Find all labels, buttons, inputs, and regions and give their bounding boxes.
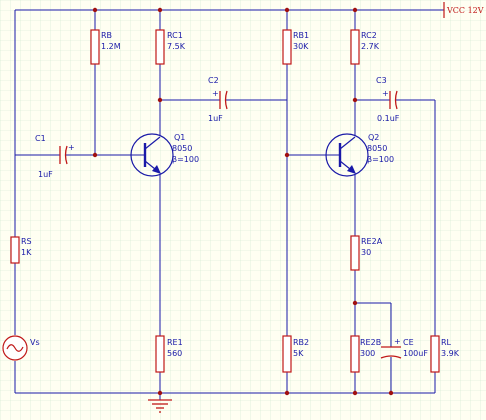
q1-part: 8050 bbox=[172, 144, 192, 153]
c2-ref: C2 bbox=[208, 76, 219, 85]
rc2-ref: RC2 bbox=[361, 31, 377, 40]
c2-value: 1uF bbox=[208, 114, 223, 123]
resistor-re2a bbox=[350, 235, 360, 271]
c3-value: 0.1uF bbox=[377, 114, 400, 123]
c1-ref: C1 bbox=[35, 134, 46, 143]
re2b-ref: RE2B bbox=[360, 338, 381, 347]
re1-value: 560 bbox=[167, 349, 182, 358]
resistor-rb bbox=[90, 29, 100, 65]
ce-polarity: + bbox=[394, 337, 401, 346]
re2a-value: 30 bbox=[361, 248, 371, 257]
resistor-rc2 bbox=[350, 29, 360, 65]
rb1-ref: RB1 bbox=[293, 31, 309, 40]
rb-ref: RB bbox=[101, 31, 112, 40]
vcc-label: VCC 12V bbox=[446, 6, 484, 15]
resistor-rb2 bbox=[282, 335, 292, 373]
vs-ref: Vs bbox=[30, 338, 40, 347]
ac-source-icon bbox=[2, 335, 28, 361]
ce-value: 100uF bbox=[403, 349, 428, 358]
rb2-ref: RB2 bbox=[293, 338, 309, 347]
schematic-canvas: VCC 12V RB 1.2M RC1 7.5K RB1 30K RC2 2.7… bbox=[0, 0, 486, 420]
q2-part: 8050 bbox=[367, 144, 387, 153]
resistor-rb1 bbox=[282, 29, 292, 65]
rb2-value: 5K bbox=[293, 349, 304, 358]
rb1-value: 30K bbox=[293, 42, 309, 51]
c1-polarity: + bbox=[68, 143, 75, 152]
c1-value: 1uF bbox=[38, 170, 53, 179]
resistor-rc1 bbox=[155, 29, 165, 65]
rl-ref: RL bbox=[441, 338, 452, 347]
re1-ref: RE1 bbox=[167, 338, 183, 347]
q2-ref: Q2 bbox=[368, 133, 379, 142]
q1-beta: β=100 bbox=[172, 155, 199, 164]
rc1-ref: RC1 bbox=[167, 31, 183, 40]
rl-value: 3.9K bbox=[441, 349, 460, 358]
resistor-re2b bbox=[350, 335, 360, 373]
q2-beta: β=100 bbox=[367, 155, 394, 164]
rc1-value: 7.5K bbox=[167, 42, 186, 51]
re2b-value: 300 bbox=[360, 349, 375, 358]
resistor-rl bbox=[430, 335, 440, 373]
rb-value: 1.2M bbox=[101, 42, 121, 51]
resistor-rs bbox=[10, 236, 20, 264]
c3-polarity: + bbox=[382, 89, 389, 98]
schematic-svg: VCC 12V RB 1.2M RC1 7.5K RB1 30K RC2 2.7… bbox=[0, 0, 486, 420]
rs-value: 1K bbox=[21, 248, 32, 257]
resistor-re1 bbox=[155, 335, 165, 373]
ce-ref: CE bbox=[403, 338, 414, 347]
q1-ref: Q1 bbox=[174, 133, 185, 142]
c3-ref: C3 bbox=[376, 76, 387, 85]
c2-polarity: + bbox=[212, 89, 219, 98]
re2a-ref: RE2A bbox=[361, 237, 383, 246]
rs-ref: RS bbox=[21, 237, 32, 246]
rc2-value: 2.7K bbox=[361, 42, 380, 51]
